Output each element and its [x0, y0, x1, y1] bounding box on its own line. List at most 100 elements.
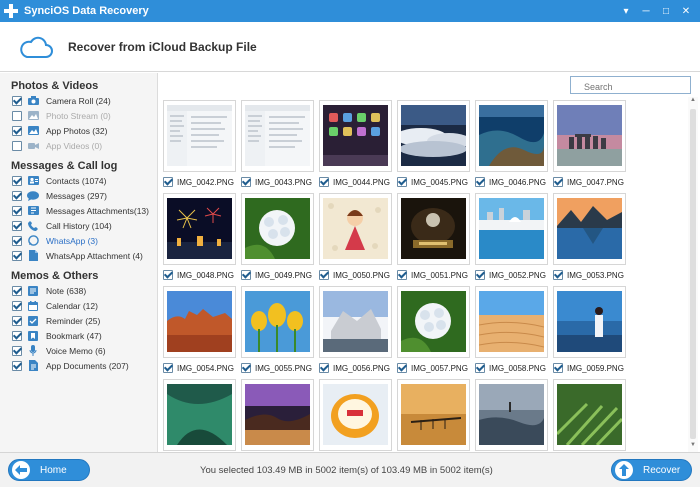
photo-thumbnail-frame[interactable] — [397, 379, 470, 451]
photo-item[interactable]: IMG_0047.PNG — [553, 100, 627, 190]
photo-item[interactable] — [475, 379, 549, 452]
photo-thumbnail-frame[interactable] — [163, 379, 236, 451]
photo-thumbnail-frame[interactable] — [475, 193, 548, 265]
photo-item[interactable] — [397, 379, 471, 452]
photo-item[interactable]: IMG_0058.PNG — [475, 286, 549, 376]
photo-item[interactable]: IMG_0048.PNG — [163, 193, 237, 283]
photo-thumbnail-frame[interactable] — [319, 379, 392, 451]
maximize-button[interactable]: □ — [656, 3, 676, 19]
photo-item[interactable]: IMG_0052.PNG — [475, 193, 549, 283]
photo-thumbnail-frame[interactable] — [319, 100, 392, 172]
photo-checkbox[interactable] — [241, 177, 251, 187]
photo-thumbnail-frame[interactable] — [553, 379, 626, 451]
sidebar-item-whatsapp-attachment[interactable]: WhatsApp Attachment (4) — [0, 248, 157, 263]
dropdown-menu-button[interactable]: ▾ — [616, 3, 636, 19]
sidebar-checkbox[interactable] — [12, 345, 22, 356]
minimize-button[interactable]: ─ — [636, 3, 656, 19]
photo-item[interactable]: IMG_0042.PNG — [163, 100, 237, 190]
photo-item[interactable]: IMG_0050.PNG — [319, 193, 393, 283]
photo-item[interactable]: IMG_0043.PNG — [241, 100, 315, 190]
photo-item[interactable]: IMG_0044.PNG — [319, 100, 393, 190]
close-button[interactable]: ✕ — [676, 3, 696, 19]
sidebar-checkbox[interactable] — [12, 315, 22, 326]
sidebar-item-photo-stream[interactable]: Photo Stream (0) — [0, 108, 157, 123]
photo-checkbox[interactable] — [163, 270, 173, 280]
photo-thumbnail-frame[interactable] — [475, 100, 548, 172]
vertical-scrollbar[interactable]: ▲ ▼ — [688, 97, 698, 452]
sidebar-checkbox[interactable] — [12, 235, 22, 246]
sidebar-checkbox[interactable] — [12, 110, 22, 121]
scroll-down-icon[interactable]: ▼ — [690, 442, 696, 448]
sidebar-checkbox[interactable] — [12, 300, 22, 311]
photo-checkbox[interactable] — [553, 177, 563, 187]
photo-thumbnail-frame[interactable] — [241, 193, 314, 265]
photo-thumbnail-frame[interactable] — [163, 193, 236, 265]
sidebar-item-video[interactable]: App Videos (0) — [0, 138, 157, 153]
sidebar-checkbox[interactable] — [12, 330, 22, 341]
search-input[interactable] — [570, 76, 691, 94]
photo-thumbnail-frame[interactable] — [397, 100, 470, 172]
sidebar-checkbox[interactable] — [12, 190, 22, 201]
photo-item[interactable]: IMG_0057.PNG — [397, 286, 471, 376]
home-button[interactable]: Home — [8, 459, 90, 481]
photo-checkbox[interactable] — [163, 177, 173, 187]
recover-button[interactable]: Recover — [611, 459, 692, 481]
photo-item[interactable]: IMG_0046.PNG — [475, 100, 549, 190]
photo-checkbox[interactable] — [319, 270, 329, 280]
sidebar-checkbox[interactable] — [12, 175, 22, 186]
sidebar-item-image[interactable]: App Photos (32) — [0, 123, 157, 138]
photo-checkbox[interactable] — [241, 270, 251, 280]
photo-checkbox[interactable] — [475, 177, 485, 187]
sidebar-item-whatsapp[interactable]: WhatsApp (3) — [0, 233, 157, 248]
photo-thumbnail-frame[interactable] — [397, 193, 470, 265]
photo-thumbnail-frame[interactable] — [163, 286, 236, 358]
sidebar-item-calendar[interactable]: Calendar (12) — [0, 298, 157, 313]
sidebar-item-note[interactable]: Note (638) — [0, 283, 157, 298]
photo-thumbnail-frame[interactable] — [553, 193, 626, 265]
photo-thumbnail-frame[interactable] — [163, 100, 236, 172]
sidebar-checkbox[interactable] — [12, 205, 22, 216]
photo-checkbox[interactable] — [397, 363, 407, 373]
photo-thumbnail-frame[interactable] — [241, 286, 314, 358]
photo-checkbox[interactable] — [475, 270, 485, 280]
photo-item[interactable]: IMG_0055.PNG — [241, 286, 315, 376]
photo-item[interactable]: IMG_0059.PNG — [553, 286, 627, 376]
sidebar-checkbox[interactable] — [12, 360, 22, 371]
photo-thumbnail-frame[interactable] — [241, 100, 314, 172]
photo-checkbox[interactable] — [397, 270, 407, 280]
photo-item[interactable]: IMG_0051.PNG — [397, 193, 471, 283]
sidebar-checkbox[interactable] — [12, 285, 22, 296]
sidebar-checkbox[interactable] — [12, 95, 22, 106]
photo-item[interactable] — [319, 379, 393, 452]
photo-thumbnail-frame[interactable] — [319, 286, 392, 358]
sidebar-item-contacts[interactable]: Contacts (1074) — [0, 173, 157, 188]
photo-item[interactable]: IMG_0056.PNG — [319, 286, 393, 376]
photo-checkbox[interactable] — [163, 363, 173, 373]
photo-item[interactable] — [553, 379, 627, 452]
sidebar-item-phone[interactable]: Call History (104) — [0, 218, 157, 233]
scroll-up-icon[interactable]: ▲ — [690, 97, 696, 103]
scrollbar-thumb[interactable] — [690, 109, 696, 439]
sidebar-item-messages[interactable]: Messages (297) — [0, 188, 157, 203]
photo-thumbnail-frame[interactable] — [475, 286, 548, 358]
sidebar-checkbox[interactable] — [12, 220, 22, 231]
sidebar-checkbox[interactable] — [12, 140, 22, 151]
sidebar-item-microphone[interactable]: Voice Memo (6) — [0, 343, 157, 358]
photo-item[interactable]: IMG_0045.PNG — [397, 100, 471, 190]
sidebar-item-bookmark[interactable]: Bookmark (47) — [0, 328, 157, 343]
photo-thumbnail-frame[interactable] — [397, 286, 470, 358]
sidebar-checkbox[interactable] — [12, 125, 22, 136]
sidebar-item-attachment[interactable]: Messages Attachments(13) — [0, 203, 157, 218]
photo-thumbnail-frame[interactable] — [553, 286, 626, 358]
photo-thumbnail-frame[interactable] — [319, 193, 392, 265]
photo-thumbnail-frame[interactable] — [241, 379, 314, 451]
sidebar-item-document[interactable]: App Documents (207) — [0, 358, 157, 373]
photo-thumbnail-frame[interactable] — [475, 379, 548, 451]
sidebar-item-camera[interactable]: Camera Roll (24) — [0, 93, 157, 108]
photo-checkbox[interactable] — [241, 363, 251, 373]
sidebar-item-reminder[interactable]: Reminder (25) — [0, 313, 157, 328]
photo-checkbox[interactable] — [397, 177, 407, 187]
photo-item[interactable]: IMG_0053.PNG — [553, 193, 627, 283]
sidebar-checkbox[interactable] — [12, 250, 22, 261]
photo-item[interactable]: IMG_0054.PNG — [163, 286, 237, 376]
